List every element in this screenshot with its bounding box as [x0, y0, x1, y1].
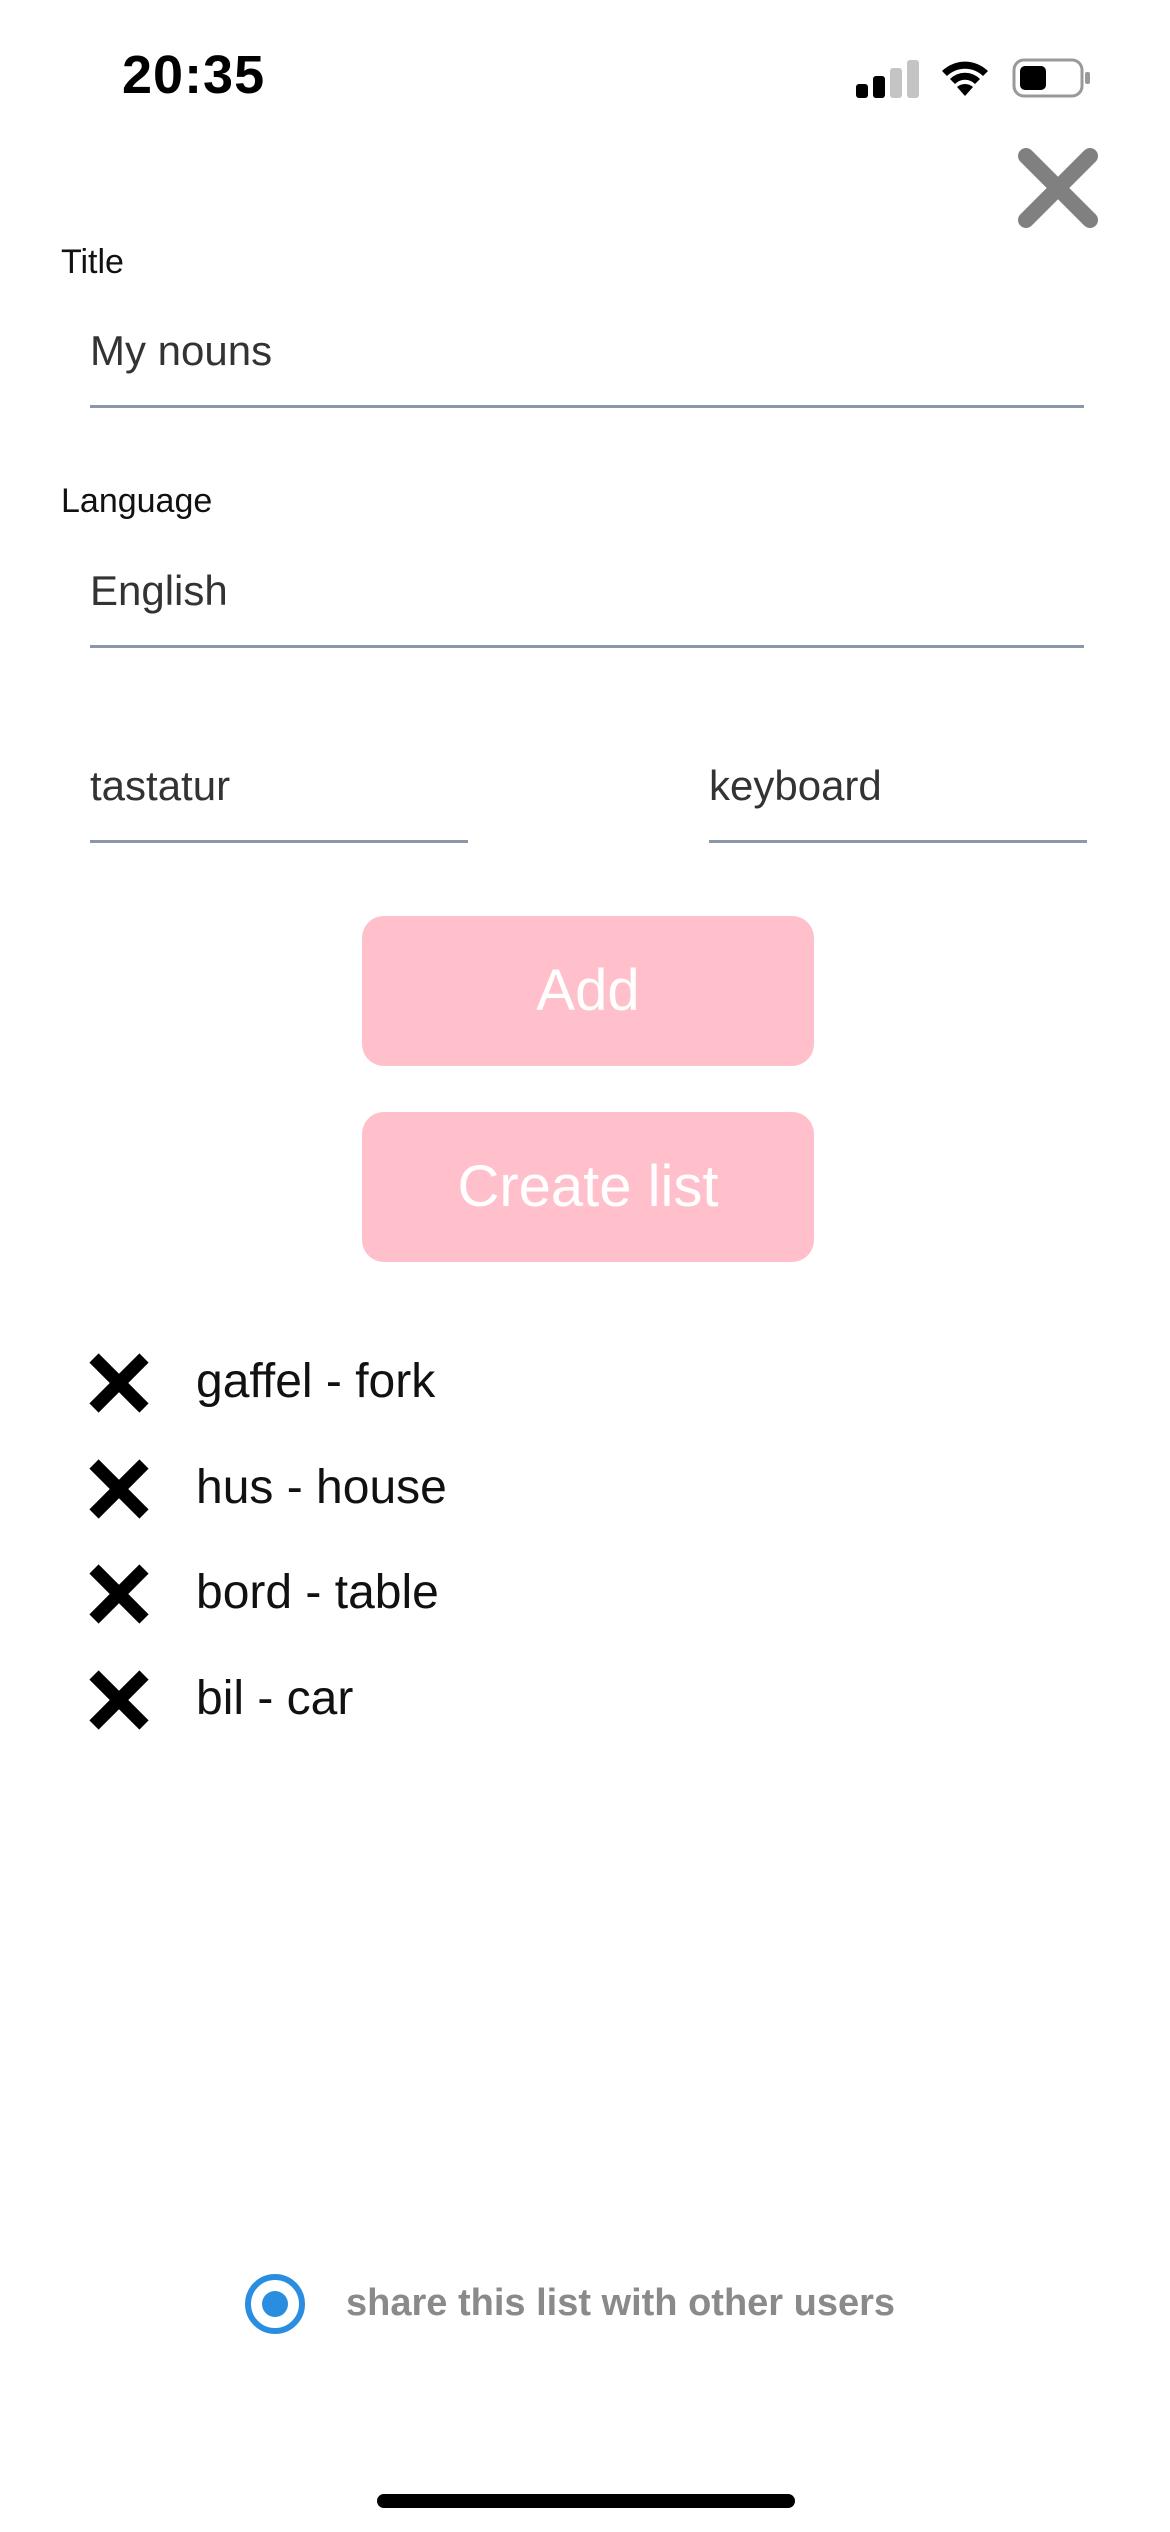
wifi-icon: [942, 61, 988, 96]
battery-icon: [1012, 58, 1090, 98]
delete-icon[interactable]: [86, 1561, 152, 1627]
delete-icon[interactable]: [86, 1667, 152, 1733]
list-item: gaffel - fork: [86, 1348, 786, 1418]
list-item-text: bord - table: [196, 1566, 439, 1619]
cellular-signal-icon: [856, 58, 919, 98]
translation-input[interactable]: keyboard: [709, 740, 1087, 843]
language-label: Language: [61, 482, 213, 520]
list-item-text: hus - house: [196, 1461, 447, 1514]
share-label[interactable]: share this list with other users: [346, 2282, 895, 2325]
list-item-text: bil - car: [196, 1672, 354, 1725]
word-input[interactable]: tastatur: [90, 740, 468, 843]
list-item-text: gaffel - fork: [196, 1355, 436, 1408]
create-list-button[interactable]: Create list: [362, 1112, 814, 1262]
list-item: hus - house: [86, 1454, 786, 1524]
language-input[interactable]: English: [90, 545, 1084, 648]
status-time: 20:35: [122, 45, 266, 105]
close-icon[interactable]: [1016, 146, 1100, 230]
list-item: bord - table: [86, 1559, 786, 1629]
title-label: Title: [61, 243, 124, 281]
add-button[interactable]: Add: [362, 916, 814, 1066]
share-radio-button[interactable]: [243, 2272, 307, 2336]
translation-input-value: keyboard: [709, 762, 882, 809]
title-input-value: My nouns: [90, 327, 273, 374]
word-input-value: tastatur: [90, 762, 231, 809]
list-item: bil - car: [86, 1665, 786, 1735]
delete-icon[interactable]: [86, 1456, 152, 1522]
delete-icon[interactable]: [86, 1350, 152, 1416]
language-input-value: English: [90, 567, 228, 614]
home-indicator: [377, 2494, 795, 2508]
title-input[interactable]: My nouns: [90, 305, 1084, 408]
